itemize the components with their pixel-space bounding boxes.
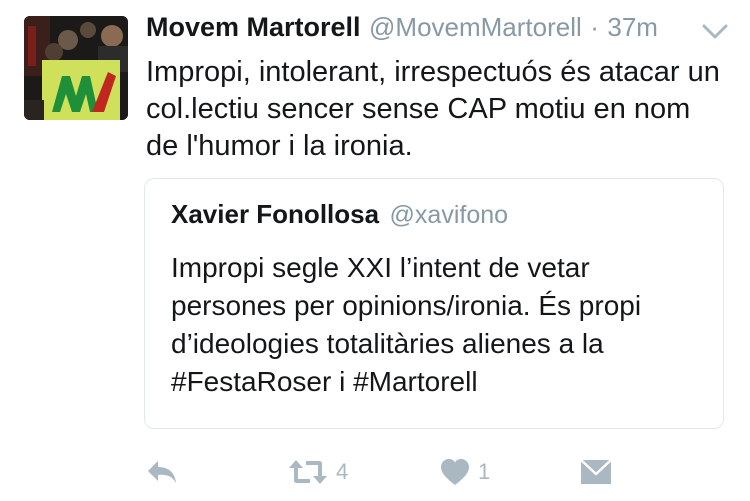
retweet-button[interactable]: 4: [288, 450, 348, 494]
retweet-count: 4: [336, 459, 349, 484]
quoted-author-handle: @xavifono: [389, 201, 509, 229]
heart-icon: [440, 458, 470, 486]
reply-icon: [146, 459, 178, 485]
author-handle[interactable]: @MovemMartorell: [369, 12, 582, 42]
avatar-image: [24, 16, 128, 120]
tweet-text: Impropi, intolerant, irrespectuós és ata…: [146, 56, 720, 162]
quoted-tweet[interactable]: Xavier Fonollosa @xavifono Impropi segle…: [144, 178, 724, 429]
tweet-actions: 4 1: [0, 450, 750, 494]
quoted-author-name: Xavier Fonollosa: [171, 199, 380, 229]
like-count: 1: [478, 459, 491, 484]
retweet-icon: [288, 458, 328, 486]
tweet: Movem Martorell @MovemMartorell · 37m Im…: [0, 0, 750, 501]
header-separator: ·: [590, 12, 599, 42]
quoted-tweet-text: Impropi segle XXI l’intent de vetar pers…: [171, 252, 642, 397]
author-name[interactable]: Movem Martorell: [146, 12, 361, 42]
chevron-down-icon[interactable]: [702, 24, 728, 40]
tweet-header: Movem Martorell @MovemMartorell · 37m: [146, 12, 658, 48]
direct-message-button[interactable]: [580, 450, 612, 494]
direct-message-icon: [580, 459, 612, 485]
avatar[interactable]: [24, 16, 128, 120]
reply-button[interactable]: [146, 450, 178, 494]
quoted-tweet-header: Xavier Fonollosa @xavifono: [171, 199, 508, 230]
tweet-timestamp[interactable]: 37m: [607, 12, 658, 42]
like-button[interactable]: 1: [440, 450, 490, 494]
